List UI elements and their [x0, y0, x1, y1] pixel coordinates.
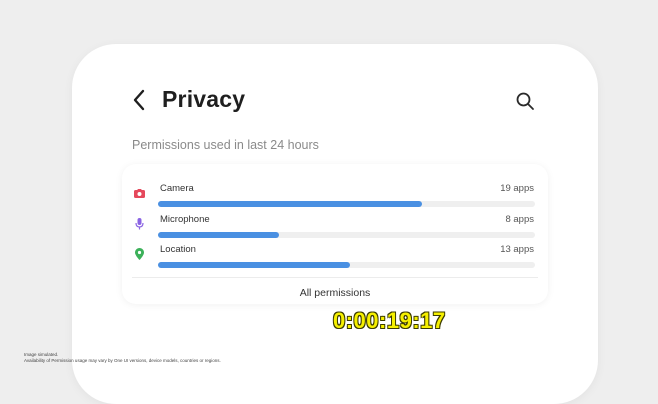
permission-row-camera[interactable]: Camera 19 apps — [122, 174, 548, 207]
location-icon — [133, 248, 145, 260]
usage-bar-fill — [158, 262, 351, 268]
usage-bar-track — [158, 262, 535, 268]
disclaimer: Image simulated. Availability of Permiss… — [24, 352, 221, 364]
page-title: Privacy — [162, 86, 246, 112]
permission-label: Microphone — [160, 214, 210, 225]
search-button[interactable] — [514, 90, 536, 112]
all-permissions-button[interactable]: All permissions — [122, 278, 548, 302]
section-label: Permissions used in last 24 hours — [132, 138, 319, 152]
permission-count: 8 apps — [505, 214, 534, 225]
permission-label: Location — [160, 244, 196, 255]
back-button[interactable] — [128, 87, 150, 113]
timecode-overlay: 0:00:19:17 — [333, 308, 446, 333]
disclaimer-line: Availability of Permission usage may var… — [24, 358, 221, 363]
permission-count: 19 apps — [500, 183, 534, 194]
permissions-card: Camera 19 apps Microphone 8 apps Locatio… — [122, 164, 548, 304]
chevron-left-icon — [133, 89, 145, 111]
permission-row-location[interactable]: Location 13 apps — [122, 235, 548, 268]
camera-icon — [133, 187, 145, 199]
permission-count: 13 apps — [500, 244, 534, 255]
permission-row-microphone[interactable]: Microphone 8 apps — [122, 205, 548, 238]
permission-label: Camera — [160, 183, 194, 194]
search-icon — [516, 92, 534, 110]
microphone-icon — [133, 218, 145, 230]
